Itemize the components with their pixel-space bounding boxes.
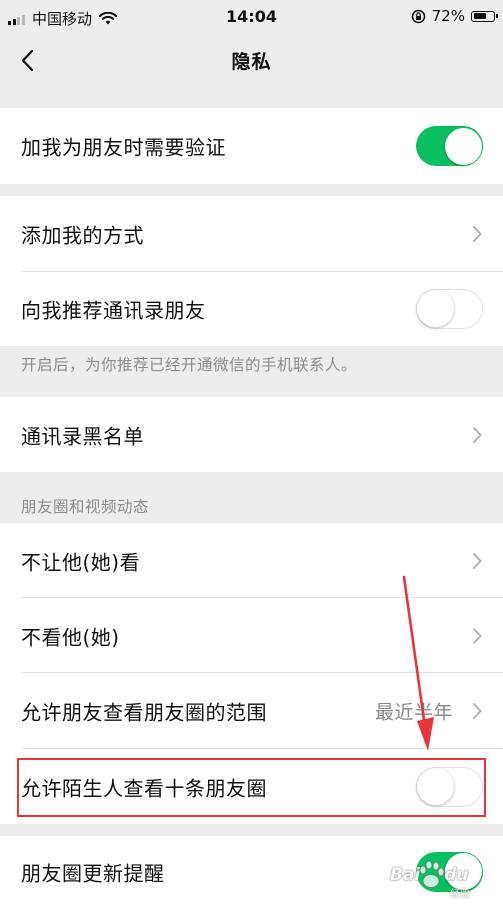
toggle-knob bbox=[417, 290, 454, 327]
hide-their-posts-label: 不看他(她) bbox=[21, 625, 120, 649]
battery-icon bbox=[471, 10, 498, 22]
hide-my-posts-label: 不让他(她)看 bbox=[21, 550, 141, 574]
verify-friend-label: 加我为朋友时需要验证 bbox=[21, 135, 226, 160]
contacts-blacklist-label: 通讯录黑名单 bbox=[21, 424, 144, 448]
moments-visible-range-row[interactable]: 允许朋友查看朋友圈的范围 最近半年 bbox=[0, 673, 503, 749]
moments-update-reminder-row: 朋友圈更新提醒 bbox=[0, 836, 503, 907]
contacts-blacklist-row[interactable]: 通讯录黑名单 bbox=[0, 397, 503, 472]
moments-visible-range-label: 允许朋友查看朋友圈的范围 bbox=[21, 700, 267, 725]
toggle-knob bbox=[417, 767, 454, 805]
hide-my-posts-row[interactable]: 不让他(她)看 bbox=[0, 523, 503, 598]
status-right: 72% bbox=[411, 7, 498, 25]
moments-visible-range-value: 最近半年 bbox=[374, 701, 453, 724]
recommend-contacts-toggle[interactable] bbox=[416, 289, 483, 329]
battery-level-fill bbox=[473, 13, 487, 19]
privacy-settings-screen: 中国移动 14:04 72% 隐私 加我为朋友时需要验证 添加我的方式 向我推荐… bbox=[0, 0, 503, 907]
stranger-view-ten-row: 允许陌生人查看十条朋友圈 bbox=[0, 749, 503, 824]
chevron-right-icon bbox=[473, 426, 482, 443]
add-me-methods-label: 添加我的方式 bbox=[21, 223, 144, 248]
toggle-knob bbox=[444, 127, 482, 165]
recommend-contacts-row: 向我推荐通讯录朋友 bbox=[0, 272, 503, 346]
rotation-lock-icon bbox=[411, 9, 425, 23]
status-bar: 中国移动 14:04 72% bbox=[0, 0, 503, 34]
recommend-contacts-note: 开启后，为你推荐已经开通微信的手机联系人。 bbox=[21, 356, 358, 374]
chevron-right-icon bbox=[473, 552, 482, 569]
moments-section-header: 朋友圈和视频动态 bbox=[21, 498, 150, 516]
verify-friend-row: 加我为朋友时需要验证 bbox=[0, 108, 503, 184]
chevron-right-icon bbox=[473, 703, 482, 719]
add-me-methods-row[interactable]: 添加我的方式 bbox=[0, 196, 503, 272]
moments-update-reminder-label: 朋友圈更新提醒 bbox=[21, 861, 165, 885]
recommend-contacts-label: 向我推荐通讯录朋友 bbox=[21, 298, 206, 323]
chevron-right-icon bbox=[473, 226, 482, 242]
hide-their-posts-row[interactable]: 不看他(她) bbox=[0, 598, 503, 673]
navigation-bar: 隐私 bbox=[0, 34, 503, 88]
toggle-knob bbox=[444, 853, 482, 890]
page-title: 隐私 bbox=[231, 51, 272, 73]
chevron-right-icon bbox=[473, 627, 482, 644]
stranger-view-ten-toggle[interactable] bbox=[416, 766, 483, 807]
moments-update-reminder-toggle[interactable] bbox=[416, 851, 483, 892]
verify-friend-toggle[interactable] bbox=[416, 126, 483, 166]
stranger-view-ten-label: 允许陌生人查看十条朋友圈 bbox=[21, 776, 267, 800]
battery-percent: 72% bbox=[431, 7, 465, 25]
